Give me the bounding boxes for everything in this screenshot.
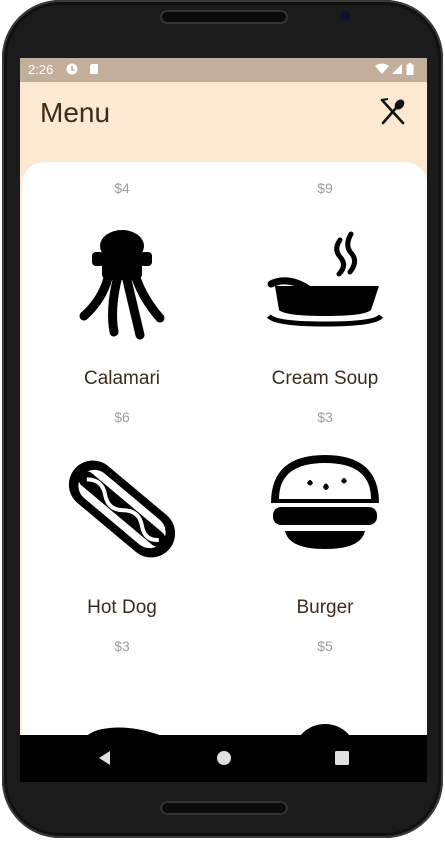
item-price: $9 <box>317 180 333 196</box>
menu-item-burger[interactable]: $3 Burger <box>225 391 425 620</box>
fork-spoon-icon[interactable] <box>378 96 408 126</box>
burger-icon <box>271 455 379 549</box>
bottom-speaker <box>160 801 288 815</box>
status-bar: 2:26 <box>20 58 427 82</box>
screen: 2:26 Menu $4 Calamari $9 Cream Soup $6 H… <box>20 58 427 782</box>
sd-card-icon <box>90 64 98 74</box>
item-price: $4 <box>114 180 130 196</box>
item-name: Calamari <box>83 368 161 389</box>
home-icon[interactable] <box>213 747 235 769</box>
signal-icon <box>392 64 402 74</box>
top-speaker <box>160 10 288 24</box>
recents-icon[interactable] <box>331 747 353 769</box>
item-name: Hot Dog <box>87 597 157 618</box>
item-name: Burger <box>296 597 354 618</box>
menu-item-hot-dog[interactable]: $6 Hot Dog <box>22 391 222 620</box>
soup-bowl-icon <box>267 231 383 327</box>
menu-item-calamari[interactable]: $4 Calamari <box>22 162 222 391</box>
page-title: Menu <box>40 97 111 128</box>
squid-icon <box>79 230 165 340</box>
wifi-icon <box>375 63 389 74</box>
menu-sheet: $4 Calamari $9 Cream Soup $6 Hot Dog $3 … <box>22 162 427 782</box>
hotdog-icon <box>68 460 176 558</box>
menu-item-cream-soup[interactable]: $9 Cream Soup <box>225 162 425 391</box>
item-price: $3 <box>114 638 130 654</box>
item-name: Cream Soup <box>271 368 379 389</box>
item-price: $6 <box>114 409 130 425</box>
navigation-bar <box>20 735 427 782</box>
battery-icon <box>406 63 414 75</box>
phone-frame: 2:26 Menu $4 Calamari $9 Cream Soup $6 H… <box>0 0 445 842</box>
back-icon[interactable] <box>94 747 116 769</box>
item-price: $5 <box>317 638 333 654</box>
status-time: 2:26 <box>28 62 54 77</box>
sync-icon <box>66 63 78 75</box>
item-price: $3 <box>317 409 333 425</box>
front-camera <box>340 11 350 21</box>
app-bar: Menu <box>20 82 427 162</box>
